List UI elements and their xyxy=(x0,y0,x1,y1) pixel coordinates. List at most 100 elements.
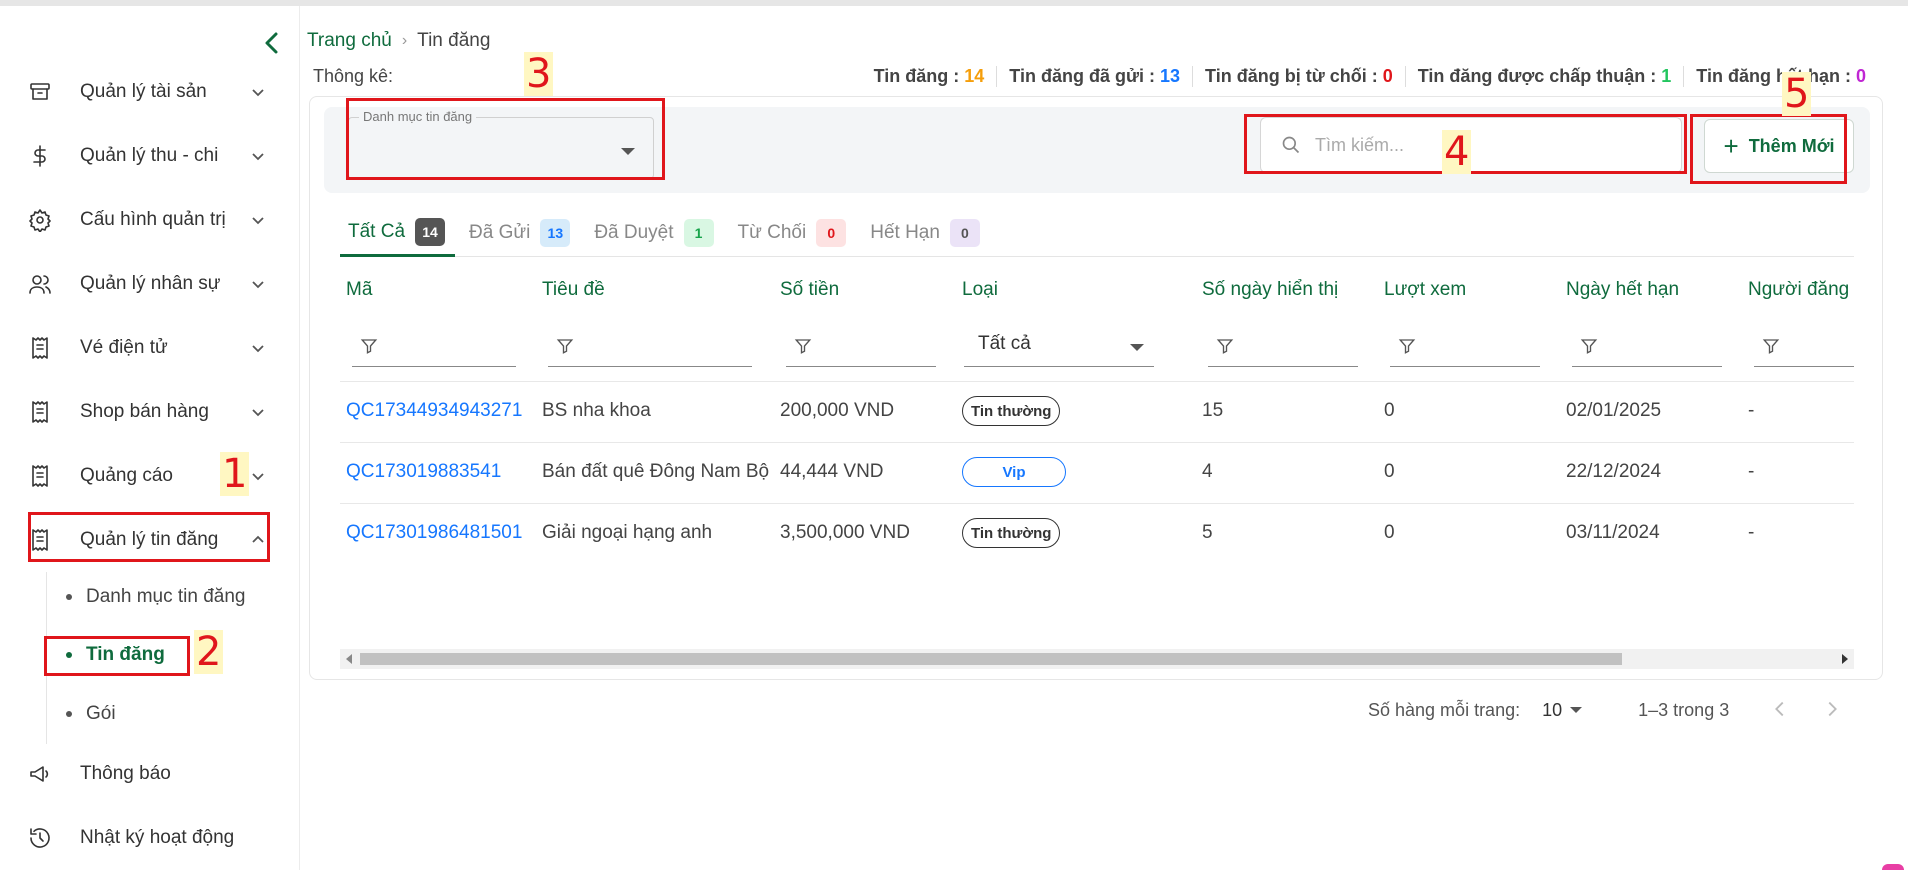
caret-down-icon xyxy=(1570,707,1583,713)
breadcrumb: Trang chủ › Tin đăng xyxy=(307,30,490,52)
tab-label: Đã Gửi xyxy=(469,222,531,243)
listings-panel: Danh mục tin đăng + Thêm Mới Tất Cả 14 Đ… xyxy=(309,96,1883,720)
rows-per-page-select[interactable]: 10 xyxy=(1542,699,1583,721)
stat-approved: Tin đăng được chấp thuận : 1 xyxy=(1404,66,1684,87)
rows-per-page-value: 10 xyxy=(1542,699,1563,720)
sidebar-item-label: Quản lý thu - chi xyxy=(80,145,219,166)
listing-author: - xyxy=(1748,461,1755,482)
filter-icon xyxy=(360,339,378,354)
sidebar-item-notifications[interactable]: Thông báo xyxy=(26,752,266,796)
filter-icon xyxy=(1216,339,1234,354)
listing-code-link[interactable]: QC17344934943271 xyxy=(346,400,522,422)
breadcrumb-home-link[interactable]: Trang chủ xyxy=(307,30,392,52)
filter-expiry[interactable] xyxy=(1572,331,1722,367)
sidebar-subitem-categories[interactable]: Danh mục tin đăng xyxy=(66,579,246,615)
column-header[interactable]: Loại xyxy=(962,279,998,301)
listing-expiry: 02/01/2025 xyxy=(1566,400,1662,421)
sidebar-item-activity-log[interactable]: Nhật ký hoạt động xyxy=(26,816,266,860)
listing-code-link[interactable]: QC173019883541 xyxy=(346,461,501,483)
bullet-icon xyxy=(66,711,72,717)
chevron-down-icon xyxy=(250,212,266,228)
annotation-number: 5 xyxy=(1782,71,1812,117)
chevron-down-icon xyxy=(250,468,266,484)
category-select[interactable]: Danh mục tin đăng xyxy=(348,109,654,179)
type-badge: Vip xyxy=(962,457,1066,487)
filter-icon xyxy=(556,339,574,354)
filter-code[interactable] xyxy=(352,331,516,367)
filter-views[interactable] xyxy=(1390,331,1540,367)
listing-views: 0 xyxy=(1384,400,1395,421)
type-filter-select[interactable]: Tất cả xyxy=(964,331,1154,367)
tab-expired[interactable]: Hết Hạn 0 xyxy=(862,209,990,257)
column-header[interactable]: Mã xyxy=(346,279,372,301)
column-header[interactable]: Số ngày hiển thị xyxy=(1202,279,1338,301)
column-header[interactable]: Số tiền xyxy=(780,279,839,301)
column-header[interactable]: Lượt xem xyxy=(1384,279,1466,301)
filter-title[interactable] xyxy=(548,331,752,367)
listing-amount: 3,500,000 VND xyxy=(780,522,910,543)
sidebar-subitem-listings[interactable]: Tin đăng xyxy=(66,637,165,673)
listing-title: BS nha khoa xyxy=(542,400,651,421)
sidebar-item-config[interactable]: Cấu hình quản trị xyxy=(26,198,266,242)
filter-amount[interactable] xyxy=(786,331,936,367)
sidebar-item-finance[interactable]: Quản lý thu - chi xyxy=(26,134,266,178)
prev-page-button[interactable] xyxy=(1769,698,1793,722)
column-header[interactable]: Người đăng xyxy=(1748,279,1849,301)
tab-label: Tất Cả xyxy=(348,220,406,242)
receipt-icon xyxy=(26,398,54,426)
listing-code-link[interactable]: QC17301986481501 xyxy=(346,522,522,544)
listing-author: - xyxy=(1748,522,1755,543)
scroll-left-icon[interactable] xyxy=(346,654,352,664)
corner-widget xyxy=(1882,864,1904,870)
tab-label: Đã Duyệt xyxy=(594,222,674,243)
bullet-icon xyxy=(66,652,72,658)
sidebar-subitem-label: Gói xyxy=(86,703,116,724)
tab-approved[interactable]: Đã Duyệt 1 xyxy=(586,209,723,257)
receipt-icon xyxy=(26,526,54,554)
listing-views: 0 xyxy=(1384,461,1395,482)
rows-per-page-label: Số hàng mỗi trang: xyxy=(1368,699,1521,720)
scroll-right-icon[interactable] xyxy=(1842,654,1848,664)
add-new-button[interactable]: + Thêm Mới xyxy=(1704,119,1854,173)
sidebar-item-label: Vé điện tử xyxy=(80,337,168,358)
type-badge: Tin thường xyxy=(962,396,1061,426)
sidebar-item-assets[interactable]: Quản lý tài sản xyxy=(26,70,266,114)
annotation-number: 3 xyxy=(524,51,554,97)
table-row[interactable]: QC17301986481501 Giải ngoại hạng anh 3,5… xyxy=(340,503,1854,564)
sidebar-item-shop[interactable]: Shop bán hàng xyxy=(26,390,266,434)
annotation-number: 1 xyxy=(220,451,250,497)
scrollbar-thumb[interactable] xyxy=(360,653,1622,665)
next-page-button[interactable] xyxy=(1821,698,1845,722)
page-range: 1–3 trong 3 xyxy=(1638,699,1730,720)
tab-rejected[interactable]: Từ Chối 0 xyxy=(730,209,857,257)
dollar-icon xyxy=(26,142,54,170)
filter-days[interactable] xyxy=(1208,331,1358,367)
chevron-down-icon xyxy=(250,276,266,292)
table-row[interactable]: QC173019883541 Bán đất quê Đông Nam Bộ 4… xyxy=(340,442,1854,503)
tab-all[interactable]: Tất Cả 14 xyxy=(340,209,456,257)
horizontal-scrollbar[interactable] xyxy=(340,649,1854,669)
filter-author[interactable] xyxy=(1754,331,1854,367)
table-row[interactable]: QC17344934943271 BS nha khoa 200,000 VND… xyxy=(340,381,1854,442)
caret-down-icon xyxy=(1130,344,1144,351)
sidebar-item-eticket[interactable]: Vé điện tử xyxy=(26,326,266,370)
listing-expiry: 03/11/2024 xyxy=(1566,522,1660,543)
chevron-left-icon xyxy=(265,32,278,54)
sidebar-item-label: Quản lý tài sản xyxy=(80,81,207,102)
receipt-icon xyxy=(26,462,54,490)
sidebar-item-hr[interactable]: Quản lý nhân sự xyxy=(26,262,266,306)
sidebar-item-listings[interactable]: Quản lý tin đăng xyxy=(26,518,266,562)
collapse-sidebar-button[interactable] xyxy=(258,26,286,60)
listing-days: 4 xyxy=(1202,461,1213,482)
stats-label: Thông kê: xyxy=(313,66,394,86)
chevron-up-icon xyxy=(250,532,266,548)
column-header[interactable]: Tiêu đề xyxy=(542,279,605,301)
column-header[interactable]: Ngày hết hạn xyxy=(1566,279,1679,301)
filter-bar: Danh mục tin đăng + Thêm Mới xyxy=(324,107,1870,193)
sidebar-subitem-packages[interactable]: Gói xyxy=(66,696,116,732)
chevron-down-icon xyxy=(250,84,266,100)
sidebar-item-label: Shop bán hàng xyxy=(80,401,209,422)
listing-title: Bán đất quê Đông Nam Bộ xyxy=(542,461,770,482)
tab-sent[interactable]: Đã Gửi 13 xyxy=(461,209,580,257)
chevron-right-icon xyxy=(1828,701,1838,717)
